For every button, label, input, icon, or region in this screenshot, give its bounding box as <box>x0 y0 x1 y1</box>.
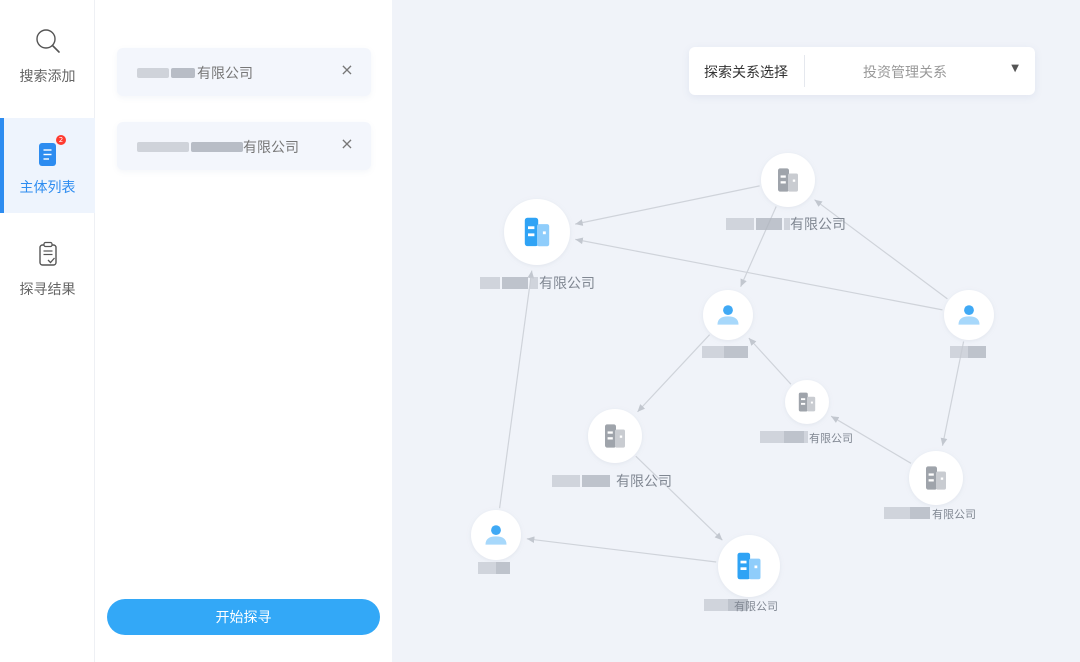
node-label: 有限公司 <box>790 217 846 233</box>
person-node[interactable] <box>944 290 994 358</box>
redacted-name <box>804 431 808 443</box>
node-label: 有限公司 <box>734 599 778 613</box>
person-node[interactable] <box>702 290 753 358</box>
redacted-name <box>530 277 538 289</box>
redacted-name <box>552 475 580 487</box>
relation-type-selector[interactable]: 探索关系选择 投资管理关系 ▼ <box>689 47 1035 95</box>
relation-edge <box>526 536 717 563</box>
redacted-name <box>910 507 930 519</box>
redacted-name <box>137 142 189 152</box>
redacted-name <box>191 142 243 152</box>
chevron-down-icon[interactable]: ▼ <box>1011 63 1019 74</box>
company-node[interactable]: 有限公司 <box>884 451 976 521</box>
nav-item-label: 主体列表 <box>19 180 76 196</box>
nav-item-label: 搜索添加 <box>19 69 76 85</box>
company-node[interactable]: 有限公司 <box>552 409 672 490</box>
nav-item-entity-list[interactable]: 2 主体列表 <box>0 118 95 213</box>
company-node[interactable]: 有限公司 <box>726 153 846 233</box>
company-node[interactable]: 有限公司 <box>480 199 595 292</box>
relation-edge <box>575 237 943 311</box>
redacted-name <box>704 599 728 611</box>
selector-value[interactable]: 投资管理关系 <box>805 62 1005 82</box>
graph-svg: 有限公司有限公司有限公司有限公司有限公司有限公司 <box>471 153 994 613</box>
search-icon <box>35 29 60 53</box>
count-badge: 2 <box>56 135 66 145</box>
redacted-name <box>502 277 528 289</box>
node-label: 有限公司 <box>616 474 672 490</box>
entity-chip[interactable]: 有限公司 × <box>117 122 371 170</box>
company-node[interactable]: 有限公司 <box>760 380 853 445</box>
entity-chip[interactable]: 有限公司 × <box>117 48 371 96</box>
redacted-name <box>726 218 754 230</box>
relation-edge <box>637 334 711 413</box>
close-icon[interactable]: × <box>337 60 357 82</box>
close-icon[interactable]: × <box>337 134 357 156</box>
redacted-name <box>950 346 968 358</box>
redacted-name <box>760 431 784 443</box>
person-node[interactable] <box>471 510 521 574</box>
clipboard-check-icon <box>38 241 57 266</box>
redacted-name <box>478 562 496 574</box>
nav-item-search-add[interactable]: 搜索添加 <box>0 0 95 95</box>
redacted-name <box>784 431 804 443</box>
entity-list-panel: 有限公司 × 有限公司 × 开始探寻 <box>95 0 392 662</box>
relation-edge <box>748 337 792 385</box>
node-label: 有限公司 <box>932 507 976 521</box>
nav-item-label: 探寻结果 <box>19 282 76 298</box>
redacted-name <box>171 68 195 78</box>
node-label: 有限公司 <box>539 276 595 292</box>
nav-item-results[interactable]: 探寻结果 <box>0 213 95 308</box>
start-explore-button[interactable]: 开始探寻 <box>107 599 380 635</box>
relation-edge <box>499 270 535 509</box>
node-label: 有限公司 <box>809 431 853 445</box>
company-node[interactable]: 有限公司 <box>704 535 780 613</box>
relation-edge <box>814 199 948 300</box>
redacted-name <box>582 475 610 487</box>
relation-edge <box>635 455 723 541</box>
side-nav: 搜索添加 2 主体列表 探寻结果 <box>0 0 95 662</box>
redacted-name <box>724 346 748 358</box>
redacted-name <box>480 277 500 289</box>
entity-chip-label: 有限公司 <box>243 140 299 156</box>
redacted-name <box>137 68 169 78</box>
redacted-name <box>884 507 910 519</box>
redacted-name <box>496 562 510 574</box>
redacted-name <box>968 346 986 358</box>
entity-chip-label: 有限公司 <box>197 66 253 82</box>
relationship-graph[interactable]: 有限公司 有限公司 有限公司 有限公司 有限公司 有限公司 探索关系选择 投资管理关系 ▼ <box>392 0 1080 662</box>
redacted-name <box>702 346 724 358</box>
redacted-name <box>756 218 782 230</box>
selector-label: 探索关系选择 <box>704 65 788 81</box>
